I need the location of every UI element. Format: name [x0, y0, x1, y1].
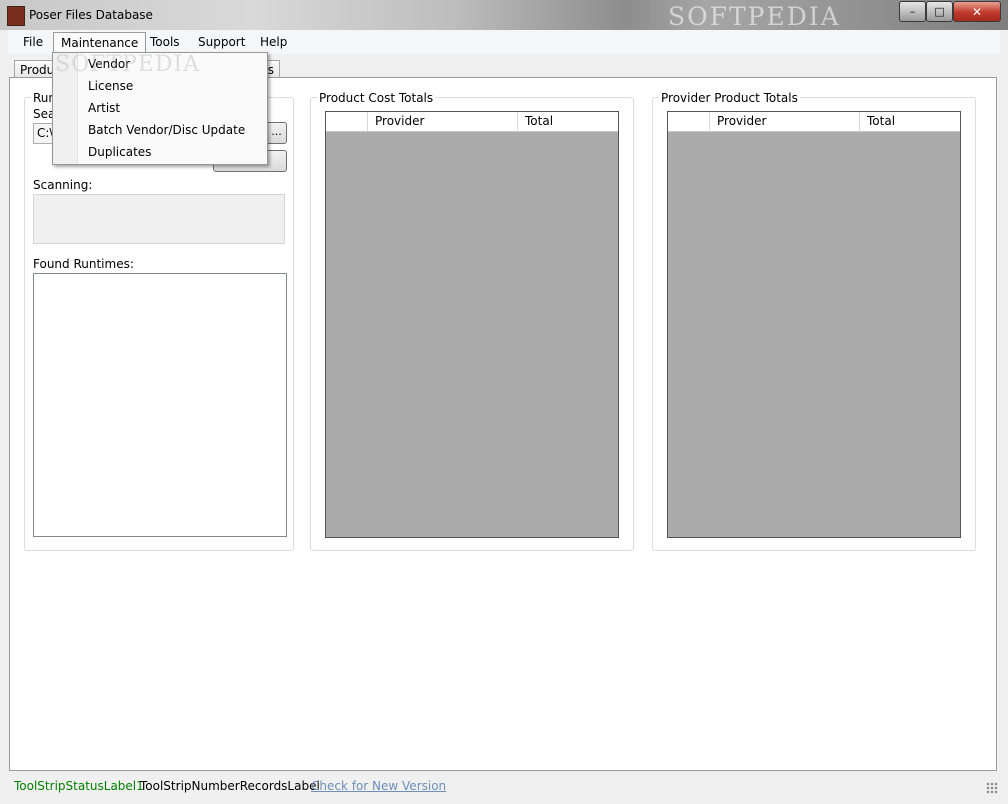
product-cost-grid[interactable]: Provider Total	[325, 111, 619, 538]
column-provider[interactable]: Provider	[709, 112, 859, 131]
provider-product-grid[interactable]: Provider Total	[667, 111, 961, 538]
app-icon[interactable]	[7, 6, 25, 26]
scanning-label: Scanning:	[33, 178, 93, 192]
path-value: C:\	[37, 126, 54, 140]
menu-support[interactable]: Support	[191, 32, 252, 52]
grid-header: Provider Total	[326, 112, 618, 132]
maximize-icon: □	[934, 5, 945, 18]
column-provider[interactable]: Provider	[367, 112, 517, 131]
menu-help[interactable]: Help	[253, 32, 294, 52]
status-label: ToolStripStatusLabel1	[14, 779, 144, 793]
row-header-corner	[326, 112, 367, 131]
column-total[interactable]: Total	[859, 112, 960, 131]
menu-maintenance[interactable]: Maintenance	[53, 32, 147, 54]
found-runtimes-list[interactable]	[33, 273, 287, 537]
menu-item-license[interactable]: License	[88, 79, 133, 93]
scanning-field	[33, 194, 285, 244]
grid-header: Provider Total	[668, 112, 960, 132]
minimize-button[interactable]: –	[899, 1, 926, 22]
browse-button[interactable]: ...	[266, 122, 287, 144]
maximize-button[interactable]: □	[926, 1, 953, 22]
provider-product-title: Provider Product Totals	[659, 91, 800, 105]
product-cost-title: Product Cost Totals	[317, 91, 436, 105]
window-title: Poser Files Database	[29, 8, 153, 22]
column-total[interactable]: Total	[517, 112, 618, 131]
watermark-text: SOFTPEDIA	[668, 2, 841, 31]
menu-item-batch-update[interactable]: Batch Vendor/Disc Update	[88, 123, 245, 137]
menu-file[interactable]: File	[16, 32, 50, 52]
minimize-icon: –	[909, 5, 916, 18]
check-version-link[interactable]: Check for New Version	[311, 779, 446, 793]
close-icon: ✕	[971, 4, 983, 19]
menu-item-artist[interactable]: Artist	[88, 101, 120, 115]
main-window: Poser Files Database SOFTPEDIA – □ ✕ Fil…	[0, 0, 1008, 804]
menu-tools[interactable]: Tools	[143, 32, 187, 52]
watermark-overlay: SOFTPEDIA	[55, 52, 201, 77]
menu-item-duplicates[interactable]: Duplicates	[88, 145, 151, 159]
found-runtimes-label: Found Runtimes:	[33, 257, 134, 271]
close-button[interactable]: ✕	[953, 1, 1001, 22]
resize-grip-icon[interactable]	[986, 782, 998, 794]
records-label: ToolStripNumberRecordsLabel	[140, 779, 320, 793]
title-bar[interactable]: Poser Files Database SOFTPEDIA – □ ✕	[0, 0, 1008, 31]
row-header-corner	[668, 112, 709, 131]
